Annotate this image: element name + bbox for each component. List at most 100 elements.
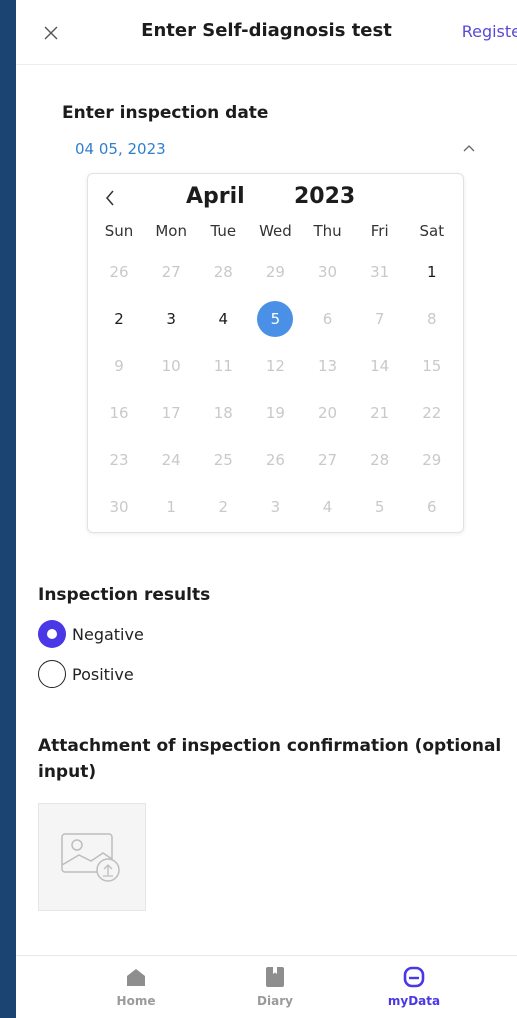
calendar-year[interactable]: 2023 [294, 184, 355, 209]
calendar-day: 26 [249, 436, 301, 483]
weekday-label: Fri [370, 222, 389, 240]
calendar-day-number: 26 [265, 450, 285, 469]
calendar-day: 22 [406, 389, 458, 436]
nav-home-label: Home [116, 994, 156, 1008]
calendar-day-number: 6 [427, 497, 437, 516]
calendar-day: 21 [354, 389, 406, 436]
calendar-day-selected[interactable]: 5 [249, 295, 301, 342]
radio-negative[interactable]: Negative [38, 620, 144, 648]
calendar-day: 1 [145, 483, 197, 530]
page-title: Enter Self-diagnosis test [141, 20, 392, 41]
calendar-day-number: 10 [161, 356, 181, 375]
calendar-day-number: 4 [218, 309, 229, 328]
calendar-day: 28 [354, 436, 406, 483]
calendar-day-number: 6 [322, 309, 333, 328]
calendar-day-number: 30 [318, 262, 338, 281]
nav-diary-label: Diary [257, 994, 293, 1008]
calendar-month[interactable]: April [186, 184, 245, 209]
weekday-label: Wed [259, 222, 292, 240]
calendar-day: 25 [197, 436, 249, 483]
calendar-day-number: 9 [114, 356, 124, 375]
calendar-day[interactable]: 4 [197, 295, 249, 342]
calendar-day: 3 [249, 483, 301, 530]
calendar-day-number: 16 [109, 403, 129, 422]
weekday-label: Sun [104, 222, 134, 240]
calendar-day: 26 [93, 248, 145, 295]
calendar-day-number: 3 [166, 309, 176, 328]
calendar-days-grid: 26 27 28 29 30 31 1 2 3 4 5 6 7 8 9 10 11 12 13 14 15 16 17 18 1… [93, 248, 458, 530]
calendar-day-number: 19 [265, 403, 285, 422]
calendar-day-number: 12 [265, 356, 285, 375]
app-screen: Enter Self-diagnosis test Registe Enter … [16, 0, 517, 1018]
date-picker-calendar: April 2023 Sun Mon Tue Wed Thu Fri Sat 26 27 28 2… [87, 173, 464, 533]
calendar-day: 13 [302, 342, 354, 389]
calendar-day: 6 [406, 483, 458, 530]
calendar-day: 16 [93, 389, 145, 436]
calendar-day-number: 8 [427, 309, 437, 328]
calendar-day-number: 26 [109, 262, 129, 281]
nav-diary[interactable]: Diary [235, 964, 315, 1008]
mydata-icon [403, 966, 425, 988]
calendar-day: 15 [406, 342, 458, 389]
calendar-day-number: 29 [265, 262, 285, 281]
calendar-day: 30 [93, 483, 145, 530]
calendar-day: 5 [354, 483, 406, 530]
bottom-navigation: Home Diary myData [16, 955, 517, 1018]
upload-image-button[interactable] [38, 803, 146, 911]
weekday-label: Tue [210, 222, 237, 240]
calendar-day: 29 [249, 248, 301, 295]
calendar-day: 2 [197, 483, 249, 530]
weekday-label: Sat [419, 222, 445, 240]
calendar-day: 14 [354, 342, 406, 389]
home-icon [127, 969, 145, 986]
calendar-day-number: 30 [109, 497, 129, 516]
calendar-day-number: 20 [318, 403, 338, 422]
calendar-day-number: 5 [374, 497, 385, 516]
attachment-label: Attachment of inspection confirmation (o… [38, 736, 502, 782]
inspection-results-label: Inspection results [38, 585, 211, 605]
calendar-day-number: 24 [161, 450, 181, 469]
calendar-day: 28 [197, 248, 249, 295]
calendar-day-number: 11 [213, 356, 233, 375]
calendar-day[interactable]: 2 [93, 295, 145, 342]
chevron-up-icon[interactable] [462, 142, 476, 156]
calendar-day[interactable]: 3 [145, 295, 197, 342]
radio-positive[interactable]: Positive [38, 660, 134, 688]
header: Enter Self-diagnosis test Registe [16, 0, 517, 65]
radio-negative-indicator[interactable] [38, 620, 66, 648]
weekday-header: Sun Mon Tue Wed Thu Fri Sat [93, 222, 458, 240]
calendar-day: 10 [145, 342, 197, 389]
inspection-date-label: Enter inspection date [62, 103, 269, 123]
calendar-day[interactable]: 1 [406, 248, 458, 295]
diary-icon [266, 967, 284, 987]
calendar-day-number: 1 [427, 262, 437, 281]
calendar-day: 19 [249, 389, 301, 436]
weekday-label: Thu [313, 222, 342, 240]
calendar-day-number: 2 [114, 309, 124, 328]
calendar-day-number: 14 [370, 356, 390, 375]
calendar-day: 27 [145, 248, 197, 295]
nav-home[interactable]: Home [96, 964, 176, 1008]
calendar-day-number: 28 [213, 262, 233, 281]
calendar-day-number: 17 [161, 403, 181, 422]
calendar-day-number: 29 [422, 450, 442, 469]
calendar-day-number: 23 [109, 450, 129, 469]
radio-positive-indicator[interactable] [38, 660, 66, 688]
calendar-day-number: 25 [213, 450, 233, 469]
prev-month-button[interactable] [100, 187, 120, 209]
calendar-day: 31 [354, 248, 406, 295]
calendar-day-number: 13 [318, 356, 338, 375]
chevron-left-icon [106, 190, 114, 206]
calendar-day-number: 4 [322, 497, 333, 516]
calendar-day-number: 21 [370, 403, 390, 422]
calendar-day-number: 15 [422, 356, 442, 375]
nav-mydata[interactable]: myData [374, 964, 454, 1008]
calendar-day-number: 7 [374, 309, 385, 328]
nav-mydata-label: myData [387, 994, 441, 1008]
calendar-day: 20 [302, 389, 354, 436]
register-button[interactable]: Registe [462, 22, 517, 41]
calendar-day: 7 [354, 295, 406, 342]
radio-positive-label: Positive [72, 664, 134, 684]
calendar-day: 6 [302, 295, 354, 342]
inspection-date-value[interactable]: 04 05, 2023 [75, 140, 166, 158]
